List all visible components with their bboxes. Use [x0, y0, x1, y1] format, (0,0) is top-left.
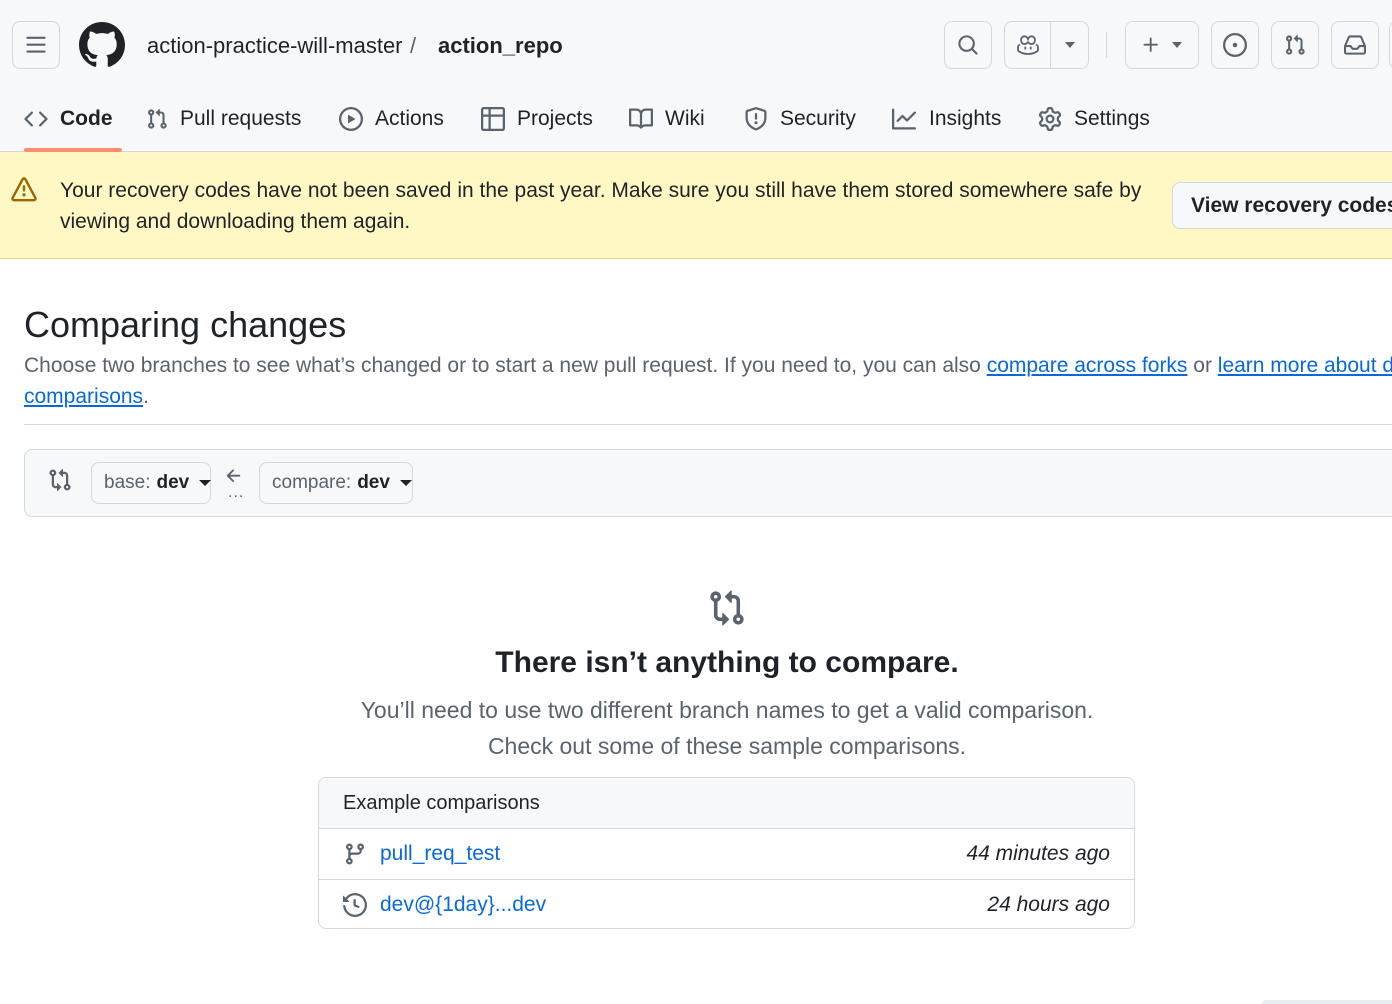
banner-message: Your recovery codes have not been saved …: [60, 179, 1142, 233]
tab-wiki[interactable]: Wiki: [629, 94, 705, 144]
base-branch-name: dev: [156, 472, 190, 493]
graph-icon: [892, 108, 916, 130]
tab-label: Wiki: [665, 107, 705, 130]
search-button[interactable]: [944, 21, 992, 69]
breadcrumb-repo[interactable]: action_repo: [438, 32, 563, 60]
caret-down-icon: [399, 480, 412, 486]
issues-button[interactable]: [1211, 21, 1259, 69]
example-comparison-time: 24 hours ago: [987, 892, 1110, 916]
git-branch-icon: [345, 843, 364, 865]
search-icon: [958, 35, 978, 55]
tab-label: Settings: [1074, 107, 1150, 130]
arrow-left-icon: [224, 466, 244, 486]
blank-state-line: You’ll need to use two different branch …: [360, 697, 1094, 723]
triangle-down-icon: [1064, 42, 1075, 48]
book-icon: [629, 108, 653, 129]
tab-code[interactable]: Code: [24, 94, 113, 144]
view-recovery-codes-button[interactable]: View recovery codes: [1172, 182, 1392, 229]
tab-label: Code: [60, 107, 113, 130]
compare-prefix: compare:: [272, 472, 352, 493]
description-text: or: [1187, 354, 1218, 377]
scrollbar-corner: [1262, 1000, 1392, 1004]
page-title: Comparing changes: [24, 304, 347, 345]
tab-projects[interactable]: Projects: [481, 94, 593, 144]
range-dots: ...: [228, 484, 245, 501]
git-compare-icon: [48, 468, 72, 492]
example-comparison-link[interactable]: dev@{1day}...dev: [380, 893, 546, 917]
copilot-icon: [1016, 35, 1039, 55]
example-comparison-time: 44 minutes ago: [966, 842, 1110, 865]
tab-label: Security: [780, 107, 856, 130]
divider: [24, 424, 1392, 425]
blank-state-line: Check out some of these sample compariso…: [487, 733, 967, 759]
pull-requests-button[interactable]: [1271, 21, 1319, 69]
blank-state-title: There isn’t anything to compare.: [495, 646, 959, 679]
copilot-button-group: [1004, 21, 1089, 69]
example-comparison-row: pull_req_test 44 minutes ago: [319, 829, 1134, 879]
description-text: .: [143, 385, 149, 408]
compare-across-forks-link[interactable]: compare across forks: [987, 354, 1188, 377]
triangle-down-icon: [1172, 42, 1182, 48]
caret-down-icon: [199, 480, 212, 486]
tab-insights[interactable]: Insights: [891, 94, 1001, 144]
tab-pull-requests[interactable]: Pull requests: [146, 94, 301, 144]
plus-icon: [1143, 37, 1158, 52]
tab-label: Insights: [929, 107, 1002, 130]
alert-icon: [11, 177, 37, 203]
breadcrumb-separator: /: [410, 33, 417, 58]
git-pull-request-icon: [1286, 34, 1305, 55]
example-comparisons-heading: Example comparisons: [319, 778, 1134, 829]
issue-opened-icon: [1223, 33, 1247, 57]
tab-label: Pull requests: [180, 107, 302, 130]
history-icon: [343, 892, 367, 917]
code-icon: [24, 111, 48, 127]
blank-state-description: You’ll need to use two different branch …: [0, 692, 1392, 764]
tab-label: Actions: [375, 107, 444, 130]
inbox-icon: [1344, 35, 1366, 55]
hamburger-icon: [26, 36, 46, 53]
gear-icon: [1038, 107, 1062, 131]
menu-button[interactable]: [12, 21, 60, 69]
git-compare-icon: [708, 589, 746, 627]
base-prefix: base:: [104, 472, 151, 493]
example-comparison-link[interactable]: pull_req_test: [380, 842, 500, 866]
create-new-button[interactable]: [1125, 21, 1199, 69]
table-icon: [481, 107, 505, 131]
compare-branch-select[interactable]: compare: dev: [259, 462, 413, 504]
header-divider: [1106, 32, 1107, 58]
description-text: Choose two branches to see what’s change…: [24, 354, 987, 377]
tab-settings[interactable]: Settings: [1038, 94, 1150, 144]
tab-security[interactable]: Security: [744, 94, 856, 144]
example-comparison-row: dev@{1day}...dev 24 hours ago: [319, 879, 1134, 928]
example-comparisons-box: Example comparisons pull_req_test 44 min…: [318, 777, 1135, 929]
copilot-button[interactable]: [1005, 22, 1052, 68]
page-description: Choose two branches to see what’s change…: [24, 350, 1392, 412]
copilot-dropdown-button[interactable]: [1051, 22, 1088, 68]
notifications-button[interactable]: [1331, 21, 1379, 69]
github-logo-icon[interactable]: [79, 22, 125, 68]
git-pull-request-icon: [148, 108, 167, 129]
tab-actions[interactable]: Actions: [339, 94, 444, 144]
compare-branch-name: dev: [357, 472, 390, 493]
base-branch-select[interactable]: base: dev: [91, 462, 212, 504]
app-header: action-practice-will-master / action_rep…: [0, 0, 1392, 152]
breadcrumb-owner[interactable]: action-practice-will-master: [147, 32, 403, 60]
tab-label: Projects: [517, 107, 593, 130]
play-icon: [339, 107, 363, 131]
shield-icon: [745, 107, 767, 131]
